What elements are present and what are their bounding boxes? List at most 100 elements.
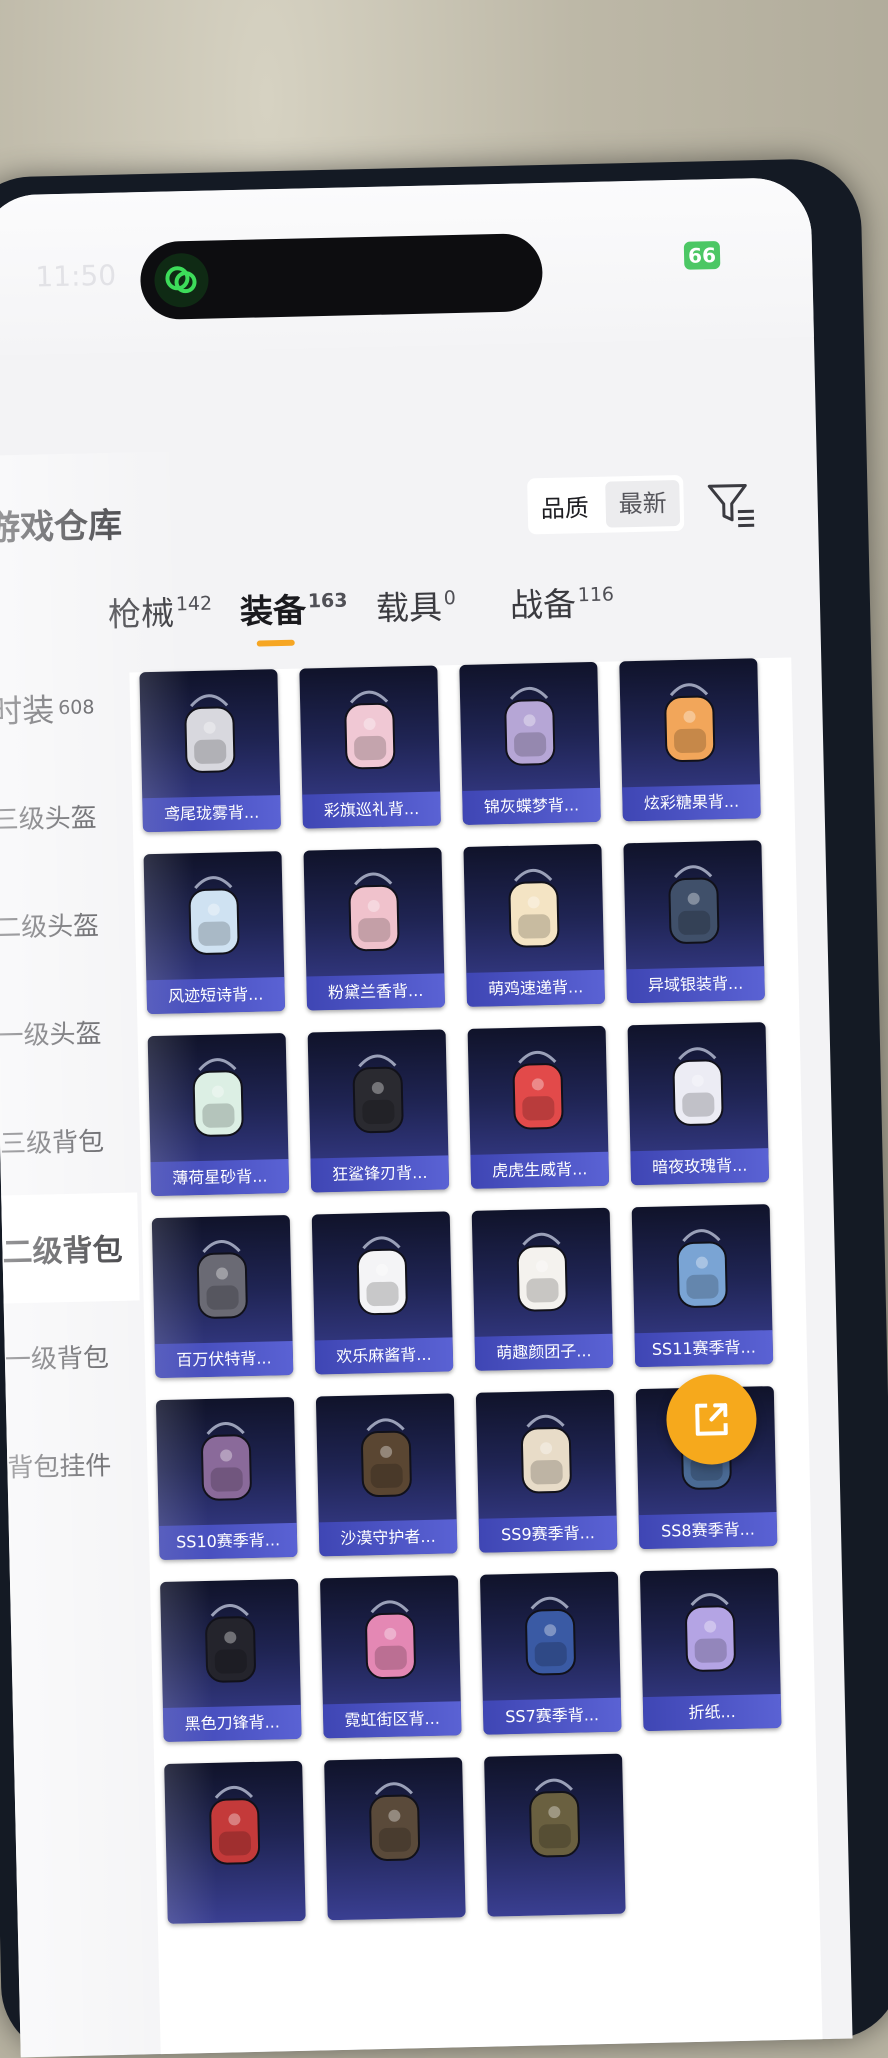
item-card[interactable]: 百万伏特背...: [152, 1215, 294, 1378]
backpack-icon: [148, 1041, 289, 1162]
sort-quality-button[interactable]: 品质: [527, 487, 602, 524]
sidebar-item-label: 二级背包: [2, 1225, 123, 1272]
item-card[interactable]: 风迹短诗背...: [143, 851, 285, 1014]
tab-vehicles[interactable]: 载具0: [375, 580, 456, 630]
item-card[interactable]: [484, 1754, 626, 1917]
active-tab-indicator: [257, 640, 295, 647]
backpack-icon: [484, 1762, 625, 1883]
item-name: SS9赛季背...: [479, 1516, 618, 1553]
item-name: 鸢尾珑雾背...: [142, 795, 281, 832]
item-card[interactable]: 虎虎生威背...: [468, 1026, 610, 1189]
sidebar-item-backpack-2[interactable]: 二级背包: [1, 1192, 139, 1303]
item-card[interactable]: 萌趣颜团子...: [472, 1208, 614, 1371]
backpack-icon: [459, 670, 600, 791]
item-name: 异域银装背...: [626, 966, 765, 1003]
item-name: 沙漠守护者...: [319, 1519, 458, 1556]
item-card[interactable]: 粉黛兰香背...: [303, 847, 445, 1010]
item-card[interactable]: 欢乐麻酱背...: [312, 1211, 454, 1374]
item-grid: 鸢尾珑雾背... 彩旗巡礼背... 锦灰蝶梦背... 炫彩糖果背... 风迹短诗背...…: [139, 658, 807, 1924]
item-card[interactable]: SS7赛季背...: [480, 1572, 622, 1735]
category-tabs: 枪械142 装备163 载具0 战备116: [107, 573, 769, 668]
item-card[interactable]: 霓虹街区背...: [320, 1575, 462, 1738]
item-card[interactable]: 异域银装背...: [623, 840, 765, 1003]
sort-newest-button[interactable]: 最新: [605, 480, 680, 528]
sidebar-item-backpack-1[interactable]: 一级背包: [4, 1300, 142, 1411]
tab-equipment[interactable]: 装备163: [239, 583, 348, 633]
item-name: 折纸...: [643, 1694, 782, 1731]
backpack-icon: [140, 677, 281, 798]
wechat-logo-icon[interactable]: [154, 253, 209, 308]
item-card[interactable]: 狂鲨锋刃背...: [308, 1029, 450, 1192]
item-card[interactable]: 萌鸡速递背...: [463, 844, 605, 1007]
item-name: 霓虹街区背...: [323, 1701, 462, 1738]
item-card[interactable]: 黑色刀锋背...: [160, 1579, 302, 1742]
backpack-icon: [304, 855, 445, 976]
backpack-icon: [316, 1401, 457, 1522]
item-name: SS10赛季背...: [159, 1523, 298, 1560]
backpack-icon: [300, 674, 441, 795]
sidebar-item-label: 三级背包: [0, 1121, 104, 1160]
backpack-icon: [640, 1576, 781, 1697]
backpack-icon: [156, 1405, 297, 1526]
sidebar-item-fashion[interactable]: 时装608: [0, 653, 127, 764]
backpack-icon: [472, 1216, 613, 1337]
item-name: 粉黛兰香背...: [306, 973, 445, 1010]
warehouse-header: 游戏仓库 品质 最新: [0, 472, 819, 581]
battery-indicator: 66: [684, 241, 721, 270]
tab-label: 装备: [240, 590, 307, 630]
item-name: 薄荷星砂背...: [150, 1159, 289, 1196]
backpack-icon: [624, 848, 765, 969]
backpack-icon: [628, 1030, 769, 1151]
item-card[interactable]: 薄荷星砂背...: [148, 1033, 290, 1196]
item-name: 欢乐麻酱背...: [315, 1337, 454, 1374]
backpack-icon: [152, 1223, 293, 1344]
item-card[interactable]: [164, 1761, 306, 1924]
backpack-icon: [619, 666, 760, 787]
status-time: 11:50: [35, 259, 116, 294]
item-card[interactable]: 折纸...: [640, 1568, 782, 1731]
backpack-icon: [308, 1037, 449, 1158]
item-card[interactable]: 暗夜玫瑰背...: [628, 1022, 770, 1185]
item-card[interactable]: [324, 1757, 466, 1920]
item-name: SS7赛季背...: [483, 1698, 622, 1735]
item-grid-panel: 鸢尾珑雾背... 彩旗巡礼背... 锦灰蝶梦背... 炫彩糖果背... 风迹短诗背...…: [129, 657, 823, 2057]
tab-guns[interactable]: 枪械142: [107, 586, 212, 636]
item-card[interactable]: 鸢尾珑雾背...: [139, 669, 281, 832]
item-card[interactable]: 沙漠守护者...: [316, 1393, 458, 1556]
sidebar-item-helmet-2[interactable]: 二级头盔: [0, 869, 132, 980]
status-bar: 11:50 66: [0, 177, 814, 356]
sidebar-item-label: 一级头盔: [0, 1013, 102, 1052]
sort-toggle: 品质 最新: [527, 475, 684, 535]
item-name: 萌趣颜团子...: [475, 1334, 614, 1371]
backpack-icon: [320, 1583, 461, 1704]
filter-icon[interactable]: [705, 479, 758, 530]
item-name: 萌鸡速递背...: [466, 970, 605, 1007]
sidebar-item-label: 二级头盔: [0, 905, 99, 944]
tab-label: 枪械: [108, 593, 175, 633]
tab-count: 0: [444, 587, 457, 609]
sidebar-item-backpack-charm[interactable]: 背包挂件: [6, 1408, 144, 1519]
item-name: SS11赛季背...: [634, 1330, 773, 1367]
item-card[interactable]: SS10赛季背...: [156, 1397, 298, 1560]
item-card[interactable]: 彩旗巡礼背...: [299, 666, 441, 829]
phone-screen: 11:50 66 游戏仓库 品质 最新: [0, 177, 853, 2057]
backpack-icon: [632, 1212, 773, 1333]
tab-count: 163: [308, 590, 348, 613]
sidebar-item-backpack-3[interactable]: 三级背包: [0, 1084, 137, 1195]
item-name: 黑色刀锋背...: [163, 1705, 302, 1742]
tab-supplies[interactable]: 战备116: [509, 576, 614, 626]
item-name: 锦灰蝶梦背...: [462, 788, 601, 825]
tab-count: 142: [176, 593, 213, 616]
item-card[interactable]: SS11赛季背...: [632, 1204, 774, 1367]
item-name: 狂鲨锋刃背...: [310, 1155, 449, 1192]
item-name: 彩旗巡礼背...: [302, 791, 441, 828]
item-card[interactable]: 炫彩糖果背...: [619, 658, 761, 821]
sidebar-item-helmet-1[interactable]: 一级头盔: [0, 977, 135, 1088]
backpack-icon: [464, 852, 605, 973]
sidebar-item-helmet-3[interactable]: 三级头盔: [0, 761, 130, 872]
tab-label: 战备: [510, 584, 577, 624]
item-card[interactable]: SS9赛季背...: [476, 1390, 618, 1553]
page-title: 游戏仓库: [0, 498, 123, 550]
sidebar-item-label: 一级背包: [4, 1337, 109, 1376]
item-card[interactable]: 锦灰蝶梦背...: [459, 662, 601, 825]
